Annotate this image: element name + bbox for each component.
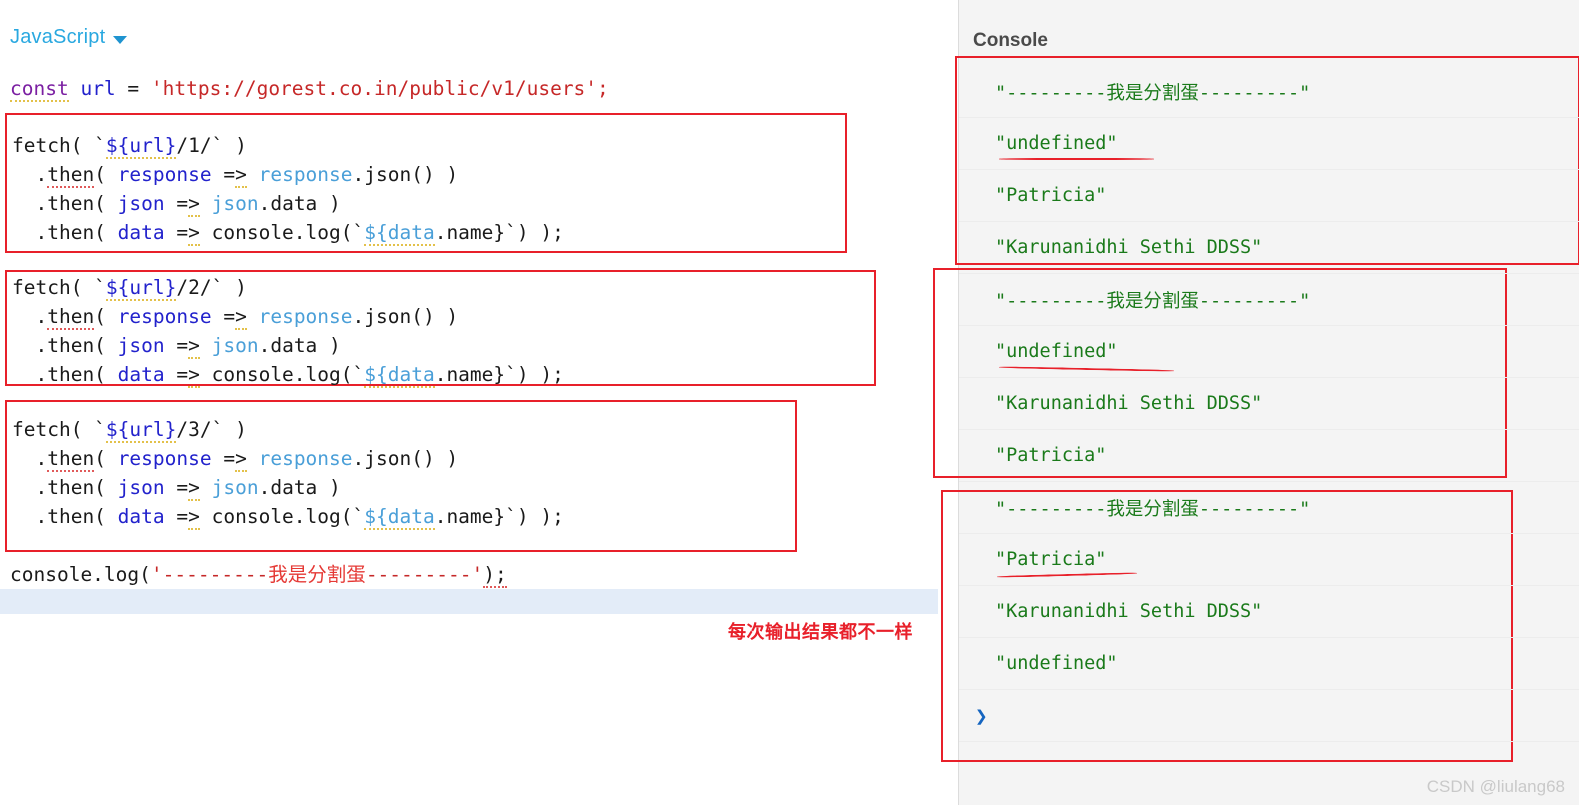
code-line-console-log-separator: console.log('---------我是分割蛋---------'); xyxy=(10,560,507,589)
code-line-then-json-2: .then( json => json.data ) xyxy=(12,331,341,360)
language-selector[interactable]: JavaScript xyxy=(10,26,127,49)
code-line-const-url: const url = 'https://gorest.co.in/public… xyxy=(10,74,609,103)
console-title: Console xyxy=(973,30,1048,52)
code-line-fetch-2: fetch( `${url}/2/` ) xyxy=(12,273,247,302)
console-log-suffix: ); xyxy=(483,563,506,588)
annotation-underline xyxy=(999,366,1174,372)
console-pane[interactable]: Console "---------我是分割蛋---------" "undef… xyxy=(958,0,1579,805)
code-line-then-data-1: .then( data => console.log(`${data.name}… xyxy=(12,218,564,247)
code-line-then-response-3: .then( response => response.json() ) xyxy=(12,444,458,473)
console-row[interactable]: "---------我是分割蛋---------" xyxy=(959,482,1579,534)
annotation-underline xyxy=(997,572,1137,578)
code-line-then-response-2: .then( response => response.json() ) xyxy=(12,302,458,331)
operator-assign: = xyxy=(116,77,151,100)
chevron-down-icon[interactable] xyxy=(113,36,127,44)
code-line-then-data-3: .then( data => console.log(`${data.name}… xyxy=(12,502,564,531)
editor-current-line-highlight xyxy=(0,589,938,614)
separator-cjk-text: 我是分割蛋 xyxy=(268,563,366,586)
console-row[interactable]: "---------我是分割蛋---------" xyxy=(959,66,1579,118)
identifier-url: url xyxy=(80,77,115,100)
console-prompt-chevron-icon[interactable]: ❯ xyxy=(959,690,1579,742)
code-line-then-json-3: .then( json => json.data ) xyxy=(12,473,341,502)
code-line-fetch-1: fetch( `${url}/1/` ) xyxy=(12,131,247,160)
console-row[interactable]: "Patricia" xyxy=(959,170,1579,222)
code-line-fetch-3: fetch( `${url}/3/` ) xyxy=(12,415,247,444)
code-line-then-data-2: .then( data => console.log(`${data.name}… xyxy=(12,360,564,389)
console-row[interactable]: "Karunanidhi Sethi DDSS" xyxy=(959,378,1579,430)
console-log-call: console.log( xyxy=(10,563,151,586)
separator-dashes-open: '--------- xyxy=(151,563,268,586)
console-row[interactable]: "Karunanidhi Sethi DDSS" xyxy=(959,222,1579,274)
annotation-underline xyxy=(999,158,1154,160)
console-row[interactable]: "Patricia" xyxy=(959,534,1579,586)
string-url-literal: 'https://gorest.co.in/public/v1/users'; xyxy=(151,77,609,100)
separator-dashes-close: ---------' xyxy=(366,563,483,586)
console-row[interactable]: "undefined" xyxy=(959,326,1579,378)
console-row[interactable]: "---------我是分割蛋---------" xyxy=(959,274,1579,326)
keyword-const: const xyxy=(10,77,69,102)
console-row[interactable]: "undefined" xyxy=(959,118,1579,170)
app-root: JavaScript const url = 'https://gorest.c… xyxy=(0,0,1579,805)
console-row[interactable]: "Patricia" xyxy=(959,430,1579,482)
console-row[interactable]: "undefined" xyxy=(959,638,1579,690)
console-output-list: "---------我是分割蛋---------" "undefined" "P… xyxy=(959,66,1579,742)
console-row[interactable]: "Karunanidhi Sethi DDSS" xyxy=(959,586,1579,638)
language-label: JavaScript xyxy=(10,26,105,49)
code-line-then-json-1: .then( json => json.data ) xyxy=(12,189,341,218)
annotation-note-output-varies: 每次输出结果都不一样 xyxy=(728,618,913,644)
watermark-text: CSDN @liulang68 xyxy=(1427,777,1565,797)
code-editor-pane[interactable]: JavaScript const url = 'https://gorest.c… xyxy=(0,0,958,805)
code-line-then-response-1: .then( response => response.json() ) xyxy=(12,160,458,189)
